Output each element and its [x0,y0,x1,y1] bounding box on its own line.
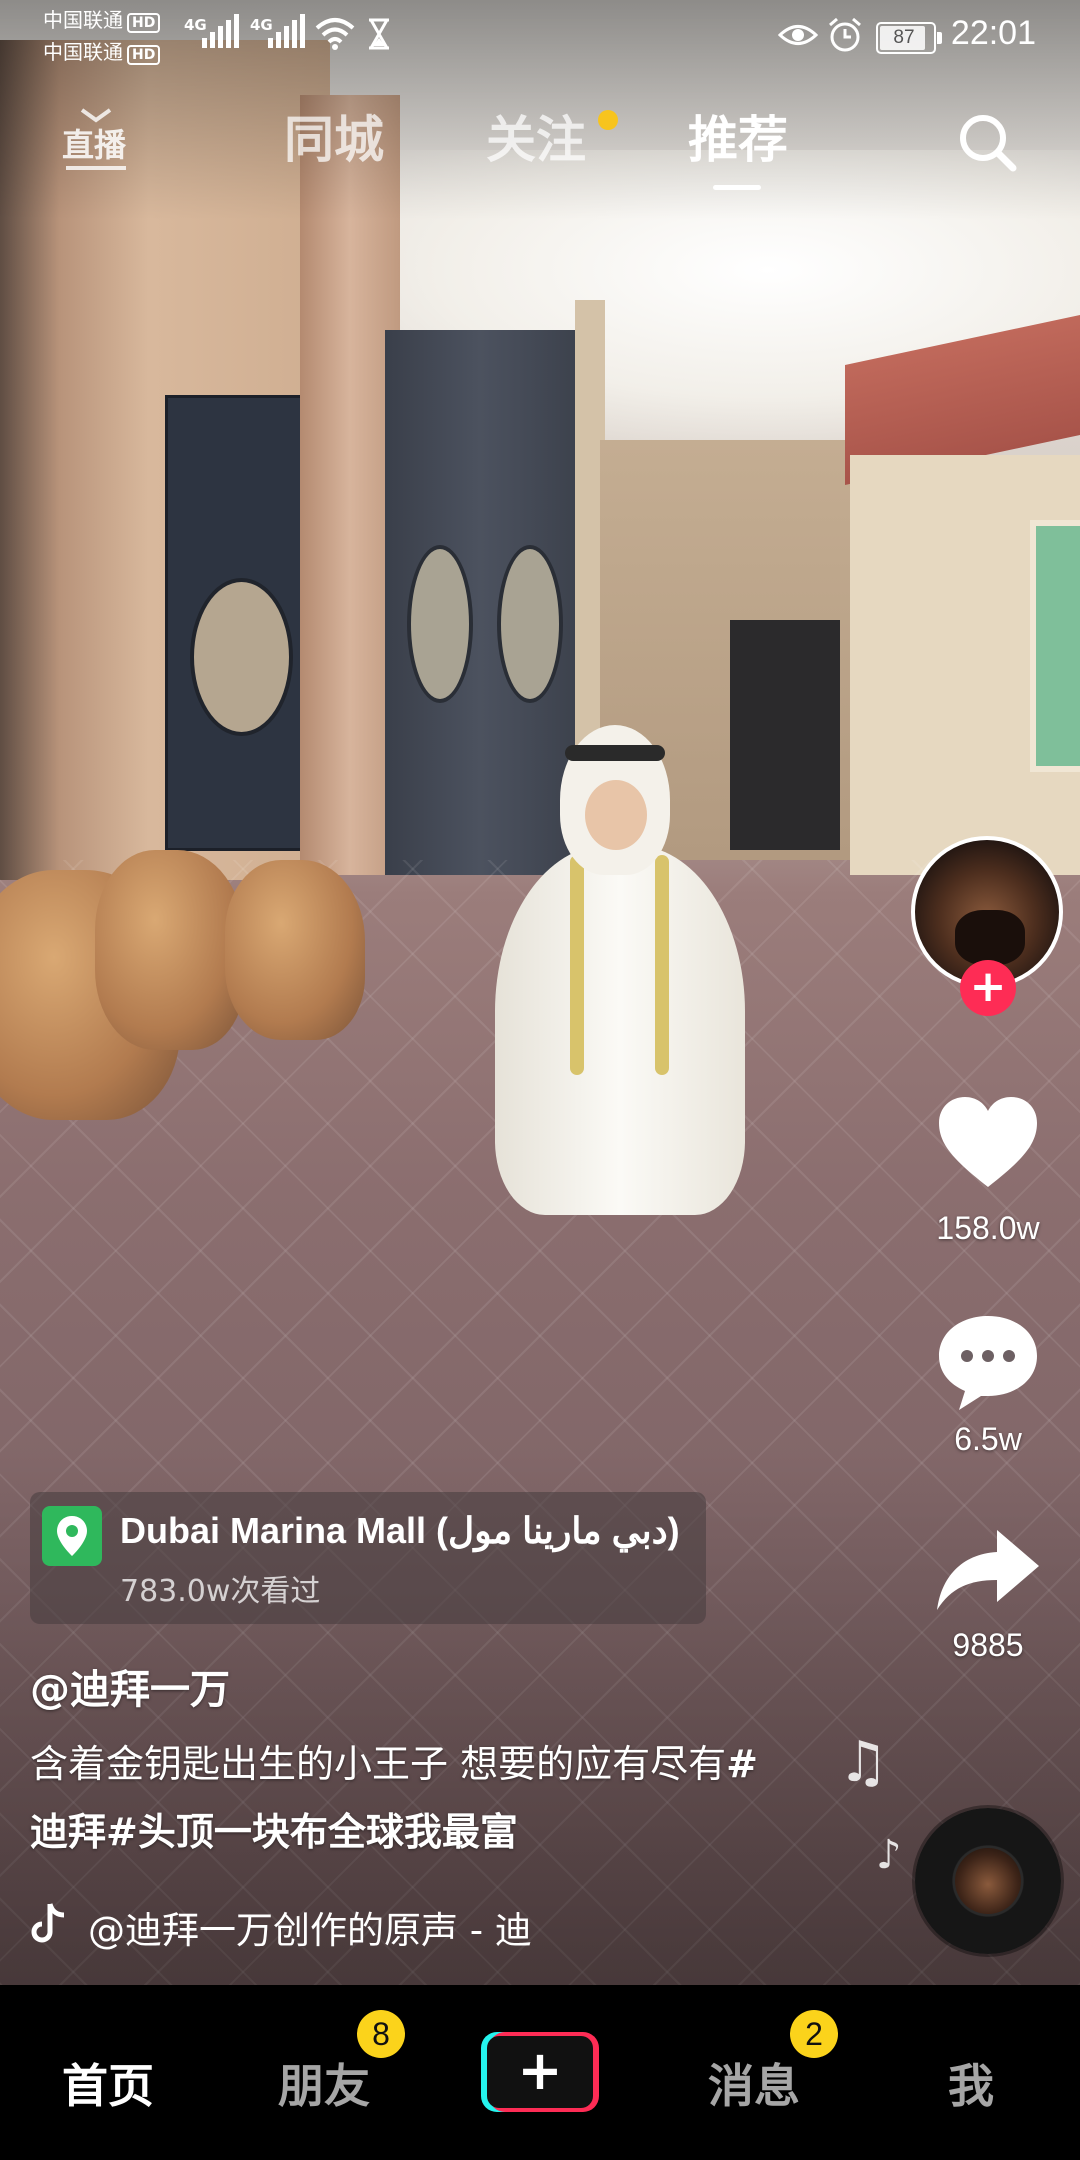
status-bar: 中国联通 HD 中国联通 HD 4G 4G 87 22:01 [0,0,1080,72]
music-disc[interactable] [915,1808,1061,1954]
follow-button[interactable]: + [960,960,1016,1016]
active-tab-indicator [713,185,761,190]
tab-nearby[interactable]: 同城 [284,108,384,172]
alarm-icon [829,17,861,52]
music-note-icon: ♫ [838,1730,889,1795]
battery-icon: 87 [876,22,942,54]
tab-me[interactable]: 我 [948,2050,994,2116]
messages-badge: 2 [790,2010,838,2058]
tab-recommended[interactable]: 推荐 [688,108,788,172]
hashtag[interactable]: #头顶一块布全球我最富 [106,1810,518,1854]
tab-home[interactable]: 首页 [62,2050,154,2116]
comment-count: 6.5w [954,1421,1022,1457]
scene-child [485,725,755,1245]
tab-friends[interactable]: 朋友 [278,2050,370,2116]
carrier-label-2: 中国联通 HD [43,40,161,65]
tiktok-note-icon [31,1903,65,1943]
video-caption: 含着金钥匙出生的小王子 想要的应有尽有#迪拜#头顶一块布全球我最富 [30,1730,770,1866]
create-button[interactable]: + [481,2032,599,2112]
share-count: 9885 [952,1627,1024,1663]
eye-icon [778,25,818,45]
sound-title: @迪拜一万创作的原声 - 迪 [88,1909,532,1952]
caption-text: 含着金钥匙出生的小王子 想要的应有尽有 [30,1742,727,1786]
clock: 22:01 [950,14,1036,52]
hourglass-icon [369,18,389,50]
share-icon[interactable] [935,1528,1041,1612]
author-handle[interactable]: @迪拜一万 [30,1657,230,1715]
tab-messages[interactable]: 消息 [708,2050,800,2116]
live-label: 直播 [62,126,127,164]
search-icon[interactable] [955,110,1019,174]
location-card[interactable]: Dubai Marina Mall (دبي مارينا مول) 783.0… [30,1492,706,1624]
comment-icon[interactable] [935,1312,1041,1412]
sound-link[interactable]: @迪拜一万创作的原声 - 迪 [30,1896,590,1956]
notification-dot [598,110,618,130]
signal-icon [202,14,242,48]
location-name: Dubai Marina Mall (دبي مارينا مول) [120,1510,680,1551]
live-button[interactable]: 直播 [62,102,130,174]
location-views: 783.0w次看过 [120,1574,321,1609]
friends-badge: 8 [357,2010,405,2058]
signal-icon-2 [268,14,308,48]
scene-house [850,455,1080,875]
scene-rocks [0,810,370,1190]
music-note-icon-small: ♪ [876,1832,902,1878]
heart-icon[interactable] [935,1095,1041,1193]
like-count: 158.0w [936,1210,1040,1246]
location-pin-icon [42,1506,102,1566]
tab-following[interactable]: 关注 [486,108,586,172]
battery-level: 87 [893,27,915,48]
scene-door [165,395,316,851]
wifi-icon [315,18,355,50]
carrier-label: 中国联通 HD [43,8,161,33]
plus-icon: + [487,2036,593,2108]
